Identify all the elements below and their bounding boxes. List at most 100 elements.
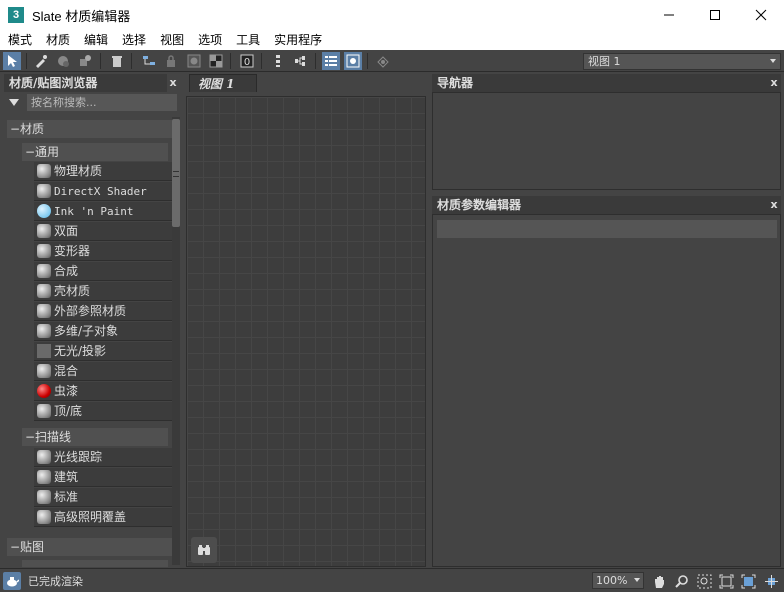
- param-editor-close-icon[interactable]: x: [767, 196, 781, 214]
- menu-select[interactable]: 选择: [115, 30, 153, 50]
- material-id-button[interactable]: 0: [238, 52, 256, 70]
- material-list-item[interactable]: 多维/子对象: [34, 322, 172, 341]
- magnifier-icon: [674, 574, 688, 588]
- minimize-button[interactable]: [646, 0, 692, 30]
- checker-background-button[interactable]: [207, 52, 225, 70]
- lock-icon: [167, 55, 175, 67]
- material-label: 无光/投影: [54, 344, 107, 358]
- menu-edit[interactable]: 编辑: [77, 30, 115, 50]
- zoom-extents-selected-button[interactable]: [739, 572, 757, 590]
- param-name-field[interactable]: [437, 220, 777, 238]
- search-options-triangle-icon[interactable]: [9, 99, 19, 106]
- material-list-item[interactable]: 外部参照材质: [34, 302, 172, 321]
- material-list-item[interactable]: 物理材质: [34, 162, 172, 181]
- search-input[interactable]: 按名称搜索...: [27, 94, 177, 111]
- menu-mode[interactable]: 模式: [0, 30, 39, 50]
- status-bar: 已完成渲染 100%: [0, 568, 784, 592]
- zoom-extents-button[interactable]: [717, 572, 735, 590]
- material-list-item[interactable]: 合成: [34, 262, 172, 281]
- zoom-dropdown[interactable]: 100%: [592, 572, 644, 589]
- move-children-button[interactable]: [140, 52, 158, 70]
- material-list-item[interactable]: 混合: [34, 362, 172, 381]
- navigator-header: 导航器 x: [432, 74, 781, 92]
- param-editor-panel: [432, 214, 781, 567]
- layout-vertical-icon: [276, 55, 280, 67]
- material-id-icon: 0: [240, 54, 254, 68]
- pan-button[interactable]: [650, 572, 668, 590]
- menu-utilities[interactable]: 实用程序: [267, 30, 329, 50]
- material-list-item[interactable]: 壳材质: [34, 282, 172, 301]
- show-background-button[interactable]: [185, 52, 203, 70]
- assign-material-button[interactable]: [54, 52, 72, 70]
- browser-scrollbar[interactable]: [172, 117, 180, 565]
- material-sphere-icon: [37, 404, 51, 418]
- material-label: 虫漆: [54, 384, 79, 398]
- browser-close-icon[interactable]: x: [166, 74, 180, 92]
- layout-children-button[interactable]: [292, 52, 310, 70]
- toolbar-separator: [100, 53, 101, 69]
- pan-to-selected-button[interactable]: [762, 572, 780, 590]
- material-label: 双面: [54, 224, 79, 238]
- maximize-button[interactable]: [692, 0, 738, 30]
- material-sphere-icon: [37, 164, 51, 178]
- material-list-item[interactable]: 无光/投影: [34, 342, 172, 361]
- navigator-title: 导航器: [432, 74, 781, 92]
- material-list-item[interactable]: 顶/底: [34, 402, 172, 421]
- param-editor-header: 材质参数编辑器 x: [432, 196, 781, 214]
- material-list-item[interactable]: 双面: [34, 222, 172, 241]
- tab-view-1[interactable]: 视图 1: [189, 74, 257, 92]
- close-icon: [755, 9, 767, 21]
- view-dropdown[interactable]: 视图 1: [583, 53, 781, 70]
- material-list-item[interactable]: 虫漆: [34, 382, 172, 401]
- node-view-canvas[interactable]: [186, 96, 426, 567]
- group-general[interactable]: −通用: [22, 143, 168, 161]
- menu-view[interactable]: 视图: [153, 30, 191, 50]
- hide-unused-button[interactable]: [162, 52, 180, 70]
- select-arrow-icon: [8, 55, 17, 67]
- title-bar: 3 Slate 材质编辑器: [0, 0, 784, 30]
- menu-options[interactable]: 选项: [191, 30, 229, 50]
- render-status-button[interactable]: [3, 572, 21, 590]
- material-sphere-icon: [37, 264, 51, 278]
- material-label: 壳材质: [54, 284, 91, 298]
- list-panel-icon: [325, 56, 337, 66]
- toggle-param-editor-button[interactable]: [344, 52, 362, 70]
- toolbar-separator: [315, 53, 316, 69]
- material-sphere-icon: [37, 244, 51, 258]
- layout-all-button[interactable]: [270, 52, 288, 70]
- close-button[interactable]: [738, 0, 784, 30]
- zoom-region-button[interactable]: [695, 572, 713, 590]
- select-tool-button[interactable]: [3, 52, 21, 70]
- maximize-icon: [710, 10, 720, 20]
- chevron-down-icon: [634, 578, 640, 582]
- material-list-item[interactable]: 变形器: [34, 242, 172, 261]
- apply-to-selection-button[interactable]: [76, 52, 94, 70]
- menu-tools[interactable]: 工具: [229, 30, 267, 50]
- navigator-close-icon[interactable]: x: [767, 74, 781, 92]
- material-list-item[interactable]: DirectX Shader: [34, 182, 172, 201]
- material-label: 建筑: [54, 470, 79, 484]
- navigator-panel[interactable]: [432, 92, 781, 190]
- material-sphere-icon: [37, 324, 51, 338]
- group-scanline[interactable]: −扫描线: [22, 428, 168, 446]
- toolbar-separator: [131, 53, 132, 69]
- navigator-toggle-button[interactable]: [191, 537, 217, 563]
- group-maps[interactable]: −贴图: [7, 538, 172, 556]
- select-by-material-button[interactable]: [374, 52, 392, 70]
- menu-material[interactable]: 材质: [39, 30, 77, 50]
- scrollbar-thumb[interactable]: [172, 119, 180, 227]
- material-list-item[interactable]: 光线跟踪: [34, 448, 172, 467]
- material-list-item[interactable]: Ink 'n Paint: [34, 202, 172, 221]
- status-message: 已完成渲染: [28, 575, 83, 588]
- material-sphere-icon: [37, 344, 51, 358]
- chevron-down-icon: [770, 59, 776, 63]
- material-list-item[interactable]: 建筑: [34, 468, 172, 487]
- material-list-item[interactable]: 标准: [34, 488, 172, 507]
- material-list-item[interactable]: 高级照明覆盖: [34, 508, 172, 527]
- zoom-button[interactable]: [672, 572, 690, 590]
- toggle-browser-button[interactable]: [322, 52, 340, 70]
- pick-material-button[interactable]: [32, 52, 50, 70]
- collapse-icon: −: [25, 430, 36, 444]
- group-materials[interactable]: −材质: [7, 120, 172, 138]
- delete-button[interactable]: [108, 52, 126, 70]
